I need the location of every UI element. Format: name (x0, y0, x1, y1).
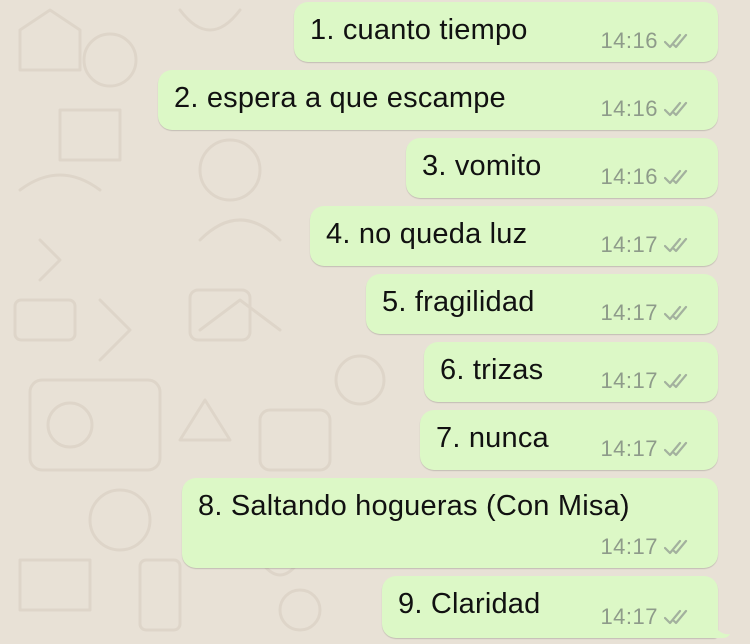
message-bubble[interactable]: 3. vomito 14:16 (406, 138, 718, 198)
message-meta: 14:17 (600, 604, 692, 630)
read-receipt-icon (664, 305, 688, 321)
read-receipt-icon (664, 101, 688, 117)
message-time: 14:16 (600, 164, 658, 189)
message-meta: 14:16 (600, 28, 692, 54)
message-time: 14:16 (600, 28, 658, 53)
read-receipt-icon (664, 33, 688, 49)
message-bubble[interactable]: 2. espera a que escampe 14:16 (158, 70, 718, 130)
message-bubble[interactable]: 4. no queda luz 14:17 (310, 206, 718, 266)
message-bubble[interactable]: 8. Saltando hogueras (Con Misa) 14:17 (182, 478, 718, 568)
message-time: 14:17 (600, 368, 658, 393)
message-text: 5. fragilidad (382, 286, 535, 318)
message-bubble[interactable]: 7. nunca 14:17 (420, 410, 718, 470)
read-receipt-icon (664, 539, 688, 555)
message-time: 14:17 (600, 436, 658, 461)
message-text: 9. Claridad (398, 588, 541, 620)
message-text: 1. cuanto tiempo (310, 14, 528, 46)
message-bubble[interactable]: 5. fragilidad 14:17 (366, 274, 718, 334)
message-bubble[interactable]: 6. trizas 14:17 (424, 342, 718, 402)
message-list: 1. cuanto tiempo 14:16 2. espera a que e… (0, 0, 750, 644)
read-receipt-icon (664, 609, 688, 625)
message-time: 14:17 (600, 604, 658, 629)
message-meta: 14:17 (600, 368, 692, 394)
message-bubble[interactable]: 1. cuanto tiempo 14:16 (294, 2, 718, 62)
read-receipt-icon (664, 237, 688, 253)
read-receipt-icon (664, 169, 688, 185)
read-receipt-icon (664, 373, 688, 389)
message-meta: 14:17 (600, 436, 692, 462)
message-text: 7. nunca (436, 422, 549, 454)
bubble-tail (710, 618, 730, 638)
message-text: 3. vomito (422, 150, 542, 182)
message-bubble[interactable]: 9. Claridad 14:17 (382, 576, 730, 638)
message-text: 8. Saltando hogueras (Con Misa) (198, 490, 630, 522)
message-time: 14:17 (600, 232, 658, 257)
message-meta: 14:16 (600, 164, 692, 190)
message-meta: 14:17 (600, 534, 692, 560)
message-meta: 14:17 (600, 232, 692, 258)
message-text: 2. espera a que escampe (174, 82, 506, 114)
message-time: 14:16 (600, 96, 658, 121)
message-time: 14:17 (600, 534, 658, 559)
message-meta: 14:17 (600, 300, 692, 326)
read-receipt-icon (664, 441, 688, 457)
message-meta: 14:16 (600, 96, 692, 122)
message-text: 6. trizas (440, 354, 544, 386)
message-text: 4. no queda luz (326, 218, 528, 250)
message-time: 14:17 (600, 300, 658, 325)
